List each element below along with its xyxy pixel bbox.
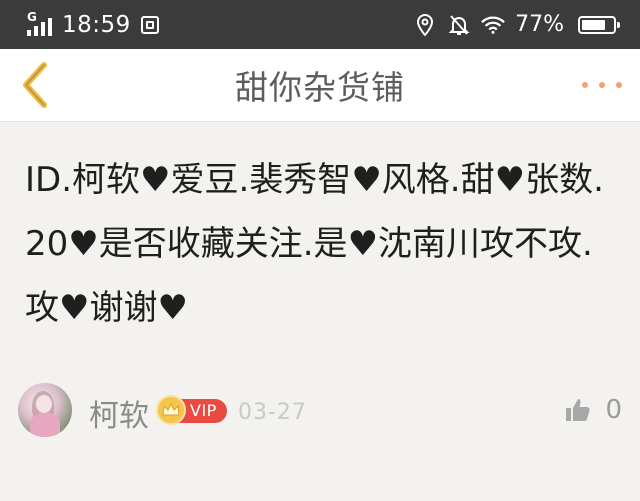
heart-icon: ♥ (59, 288, 90, 328)
author-name[interactable]: 柯软 (89, 391, 149, 435)
heart-icon: ♥ (140, 160, 171, 200)
post-footer: 柯软 VIP 03-27 0 (0, 383, 640, 439)
screen-recording-icon (140, 15, 159, 34)
post-text-segment: 谢谢 (89, 288, 158, 328)
like-count: 0 (605, 395, 622, 425)
network-type: G (27, 9, 37, 24)
status-bar-right: 77% (413, 12, 620, 37)
heart-icon: ♥ (347, 224, 379, 264)
wifi-icon (481, 13, 505, 37)
chevron-left-icon (23, 62, 47, 108)
post-text-segment: 爱豆.裴秀智 (170, 160, 352, 200)
post-text-segment: 风格.甜 (381, 160, 495, 200)
status-bar: G 18:59 77% (0, 0, 640, 49)
more-dot-icon (616, 82, 622, 88)
heart-icon: ♥ (351, 160, 382, 200)
nav-bar: 甜你杂货铺 (0, 49, 640, 122)
heart-icon: ♥ (68, 224, 99, 264)
more-dot-icon (582, 82, 588, 88)
post-content: ID.柯软♥爱豆.裴秀智♥风格.甜♥张数.20♥是否收藏关注.是♥沈南川攻不攻.… (25, 148, 615, 340)
avatar[interactable] (18, 383, 72, 437)
more-options-button[interactable] (582, 75, 622, 95)
like-button[interactable]: 0 (565, 395, 622, 425)
heart-icon: ♥ (157, 288, 188, 328)
page-title: 甜你杂货铺 (235, 68, 405, 107)
thumbs-up-icon (566, 399, 591, 421)
status-bar-left: G 18:59 (27, 10, 159, 38)
heart-icon: ♥ (494, 160, 526, 200)
battery-icon (578, 15, 620, 34)
back-button[interactable] (14, 59, 58, 111)
mute-bell-icon (447, 13, 471, 37)
battery-percent: 77% (515, 12, 564, 37)
post-date: 03-27 (238, 400, 307, 425)
location-icon (413, 13, 437, 37)
crown-icon (156, 395, 186, 425)
more-dot-icon (599, 82, 605, 88)
post-text-segment: 是否收藏关注.是 (98, 224, 348, 264)
status-time: 18:59 (62, 11, 131, 38)
signal-icon: G (27, 10, 52, 36)
post-text-segment: ID.柯软 (25, 160, 141, 200)
